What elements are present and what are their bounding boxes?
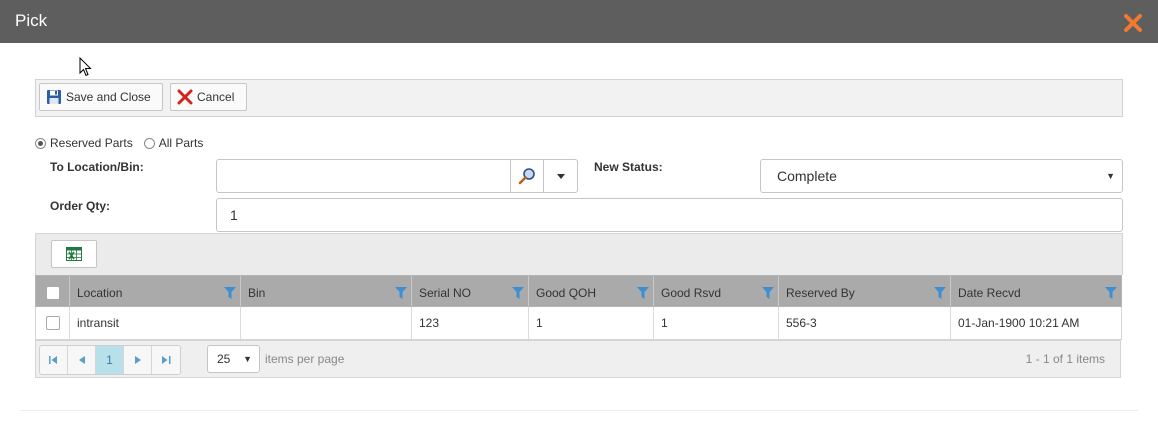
dialog-title: Pick	[15, 11, 48, 30]
next-page-button[interactable]	[124, 346, 152, 374]
all-parts-radio[interactable]	[143, 137, 155, 149]
column-header-label: Good QOH	[536, 286, 597, 300]
grid-header: Location Bin Serial NO Good QOH Good Rsv…	[35, 275, 1122, 307]
all-parts-label: All Parts	[158, 136, 204, 150]
chevron-down-icon: ▼	[243, 354, 252, 364]
column-header-label: Good Rsvd	[661, 286, 722, 300]
close-icon[interactable]	[1123, 13, 1143, 33]
cell-bin	[241, 307, 412, 339]
order-qty-input[interactable]: 1	[216, 198, 1123, 232]
current-page-button[interactable]: 1	[96, 346, 124, 374]
save-and-close-label: Save and Close	[66, 90, 151, 104]
excel-icon	[66, 247, 82, 261]
column-header-bin[interactable]: Bin	[241, 276, 412, 306]
dialog-footer-divider	[20, 410, 1138, 411]
filter-icon[interactable]	[395, 287, 407, 302]
filter-icon[interactable]	[762, 287, 774, 302]
parts-grid: Location Bin Serial NO Good QOH Good Rsv…	[35, 275, 1122, 340]
filter-icon[interactable]	[1105, 287, 1117, 302]
next-page-icon	[134, 356, 141, 364]
filter-icon[interactable]	[512, 287, 524, 302]
cell-date-recvd: 01-Jan-1900 10:21 AM	[958, 316, 1080, 330]
select-all-cell	[36, 276, 70, 306]
cancel-button[interactable]: Cancel	[170, 83, 247, 111]
dialog-toolbar: Save and Close Cancel	[35, 79, 1123, 117]
cell-good-qoh: 1	[529, 307, 654, 339]
first-page-button[interactable]	[40, 346, 68, 374]
mouse-cursor-icon	[79, 56, 92, 80]
dialog-titlebar: Pick	[0, 0, 1158, 43]
column-header-label: Date Recvd	[958, 286, 1021, 300]
order-qty-label: Order Qty:	[50, 199, 111, 213]
first-page-icon	[49, 356, 57, 364]
cancel-label: Cancel	[197, 90, 235, 104]
column-header-good-rsvd[interactable]: Good Rsvd	[654, 276, 779, 306]
filter-icon[interactable]	[224, 287, 236, 302]
table-row[interactable]: intransit 123 1 1 556-3 01-Jan-1900 10:2…	[35, 307, 1122, 340]
column-header-location[interactable]: Location	[70, 276, 241, 306]
to-location-input[interactable]	[216, 159, 511, 193]
floppy-disk-icon	[47, 90, 61, 104]
red-x-icon	[177, 89, 193, 105]
grid-toolbar	[35, 233, 1123, 275]
pager-info: 1 - 1 of 1 items	[1025, 352, 1105, 366]
page-size-select[interactable]: 25 ▼	[207, 345, 260, 373]
export-excel-button[interactable]	[51, 240, 97, 268]
filter-icon[interactable]	[934, 287, 946, 302]
previous-page-button[interactable]	[68, 346, 96, 374]
column-header-date-recvd[interactable]: Date Recvd	[951, 276, 1121, 306]
items-per-page-label: items per page	[265, 352, 345, 366]
column-header-label: Bin	[248, 286, 266, 300]
new-status-value: Complete	[777, 168, 837, 184]
row-checkbox[interactable]	[46, 316, 60, 330]
location-dropdown-button[interactable]	[544, 159, 578, 193]
column-header-serial-no[interactable]: Serial NO	[412, 276, 529, 306]
select-all-checkbox[interactable]	[46, 286, 60, 300]
save-and-close-button[interactable]: Save and Close	[39, 83, 163, 111]
caret-down-icon	[556, 173, 565, 179]
cell-serial-no: 123	[412, 307, 529, 339]
grid-pager: 1 25 ▼ items per page 1 - 1 of 1 items	[35, 340, 1121, 378]
last-page-button[interactable]	[152, 346, 180, 374]
new-status-select[interactable]: Complete ▼	[760, 159, 1123, 193]
new-status-label: New Status:	[594, 160, 663, 174]
cell-reserved-by: 556-3	[779, 307, 951, 339]
filter-icon[interactable]	[637, 287, 649, 302]
cell-location: intransit	[70, 307, 241, 339]
previous-page-icon	[78, 356, 85, 364]
to-location-label: To Location/Bin:	[50, 160, 144, 174]
page-size-value: 25	[217, 352, 231, 366]
pager-buttons: 1	[39, 345, 181, 375]
column-header-good-qoh[interactable]: Good QOH	[529, 276, 654, 306]
lookup-button[interactable]	[510, 159, 544, 193]
cell-good-rsvd: 1	[654, 307, 779, 339]
magnifier-icon	[518, 168, 535, 185]
parts-filter-radio-group: Reserved Parts All Parts	[35, 136, 203, 150]
column-header-label: Location	[77, 286, 123, 300]
column-header-label: Serial NO	[419, 286, 472, 300]
row-select-cell	[36, 307, 70, 339]
chevron-down-icon: ▼	[1106, 171, 1115, 181]
column-header-label: Reserved By	[786, 286, 855, 300]
reserved-parts-radio[interactable]	[35, 137, 46, 149]
reserved-parts-label: Reserved Parts	[50, 136, 133, 150]
last-page-icon	[161, 356, 170, 364]
column-header-reserved-by[interactable]: Reserved By	[779, 276, 951, 306]
